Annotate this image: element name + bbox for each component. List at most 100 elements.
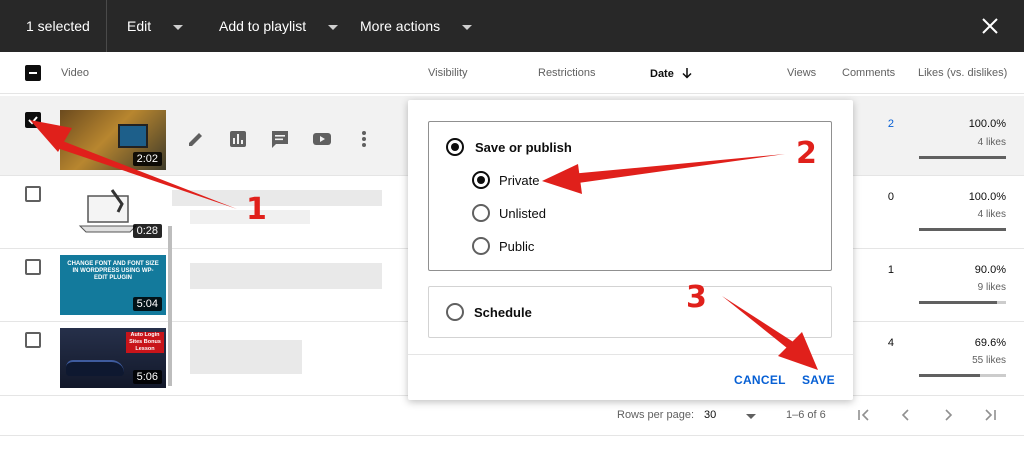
- column-video: Video: [61, 67, 89, 79]
- popup-divider: [408, 354, 853, 355]
- select-all-checkbox[interactable]: [25, 65, 41, 81]
- row-checkbox[interactable]: [25, 186, 41, 202]
- video-thumbnail[interactable]: CHANGE FONT AND FONT SIZE IN WORDPRESS U…: [60, 255, 166, 315]
- last-page-icon[interactable]: [981, 406, 999, 424]
- next-page-icon[interactable]: [939, 406, 957, 424]
- rows-per-page-select[interactable]: 30: [704, 405, 760, 425]
- likes-percent: 90.0%: [974, 264, 1006, 276]
- dropdown-caret-icon: [462, 24, 473, 30]
- analytics-icon[interactable]: [227, 128, 249, 150]
- likes-count: 55 likes: [972, 355, 1006, 366]
- page-range: 1–6 of 6: [786, 409, 826, 421]
- thumbnail-caption: CHANGE FONT AND FONT SIZE IN WORDPRESS U…: [67, 261, 159, 281]
- close-icon[interactable]: [976, 12, 1004, 40]
- video-thumbnail[interactable]: 0:28: [60, 182, 166, 242]
- schedule-label: Schedule: [474, 305, 532, 320]
- pencil-icon[interactable]: [185, 128, 207, 150]
- column-date-label: Date: [650, 68, 674, 80]
- dropdown-caret-icon: [173, 24, 184, 30]
- blurred-title: [190, 263, 382, 289]
- add-to-playlist-label: Add to playlist: [219, 18, 307, 34]
- public-label: Public: [499, 239, 535, 254]
- pagination-bar: Rows per page: 30 1–6 of 6: [0, 396, 1024, 436]
- more-actions-label: More actions: [360, 18, 441, 34]
- likes-ratio-fill: [919, 156, 1006, 159]
- youtube-icon[interactable]: [311, 128, 333, 150]
- topbar-divider: [106, 0, 107, 52]
- video-duration: 0:28: [132, 224, 162, 238]
- thumbnail-screen: [118, 124, 148, 148]
- rows-per-page-label: Rows per page:: [617, 409, 695, 421]
- add-to-playlist-button[interactable]: Add to playlist: [219, 0, 339, 52]
- likes-ratio-fill: [919, 228, 1006, 231]
- table-header: Video Visibility Restrictions Date Views…: [0, 52, 1024, 94]
- save-or-publish-label: Save or publish: [475, 140, 572, 155]
- first-page-icon[interactable]: [855, 406, 873, 424]
- thumbnail-caption: Auto Login Sites Bonus Lesson: [126, 332, 164, 353]
- likes-ratio-fill: [919, 301, 998, 304]
- column-views: Views: [787, 67, 817, 79]
- public-radio[interactable]: [472, 237, 490, 255]
- dropdown-caret-icon: [746, 414, 756, 419]
- comments-count: 4: [887, 337, 894, 349]
- video-duration: 5:06: [132, 370, 162, 384]
- check-icon: [28, 116, 38, 125]
- likes-ratio-bar: [919, 228, 1006, 231]
- row-checkbox[interactable]: [25, 332, 41, 348]
- edit-label: Edit: [127, 18, 152, 34]
- blurred-title: [190, 340, 302, 374]
- selected-count: 1 selected: [26, 0, 90, 52]
- comments-count[interactable]: 2: [860, 118, 894, 130]
- likes-ratio-bar: [919, 374, 1006, 377]
- column-likes: Likes (vs. dislikes): [918, 67, 1008, 79]
- visibility-popup: Save or publish Private Unlisted Public …: [408, 100, 853, 400]
- more-actions-button[interactable]: More actions: [360, 0, 473, 52]
- save-or-publish-radio[interactable]: [446, 138, 464, 156]
- unlisted-label: Unlisted: [499, 206, 546, 221]
- annotation-step-3: 3: [686, 280, 707, 315]
- row-checkbox[interactable]: [25, 112, 41, 128]
- more-vert-icon[interactable]: [353, 128, 375, 150]
- schedule-radio[interactable]: [446, 303, 464, 321]
- comments-count: 0: [887, 191, 894, 203]
- comments-count: 1: [887, 264, 894, 276]
- save-or-publish-section: Save or publish Private Unlisted Public: [428, 121, 832, 271]
- likes-ratio-bar: [919, 156, 1006, 159]
- scroll-strip: [168, 226, 172, 386]
- comments-icon[interactable]: [269, 128, 291, 150]
- selection-action-bar: 1 selected Edit Add to playlist More act…: [0, 0, 1024, 52]
- likes-count: 4 likes: [977, 209, 1006, 220]
- annotation-step-2: 2: [796, 136, 817, 171]
- video-duration: 2:02: [132, 152, 162, 166]
- save-button[interactable]: SAVE: [802, 373, 835, 387]
- unlisted-radio[interactable]: [472, 204, 490, 222]
- likes-ratio-bar: [919, 301, 1006, 304]
- sort-arrow-down-icon: [682, 68, 692, 79]
- column-comments: Comments: [842, 67, 896, 79]
- likes-count: 4 likes: [977, 137, 1006, 148]
- prev-page-icon[interactable]: [897, 406, 915, 424]
- row-checkbox[interactable]: [25, 259, 41, 275]
- selected-count-label: 1 selected: [26, 18, 90, 34]
- cancel-button[interactable]: CANCEL: [734, 373, 786, 387]
- likes-percent: 69.6%: [974, 337, 1006, 349]
- video-duration: 5:04: [132, 297, 162, 311]
- likes-percent: 100.0%: [968, 191, 1006, 203]
- likes-percent: 100.0%: [968, 118, 1006, 130]
- private-radio[interactable]: [472, 171, 490, 189]
- dropdown-caret-icon: [328, 24, 339, 30]
- blurred-title: [172, 190, 382, 206]
- schedule-section: Schedule: [428, 286, 832, 338]
- thumbnail-car: [66, 360, 124, 376]
- column-date[interactable]: Date: [650, 67, 693, 80]
- annotation-step-1: 1: [246, 192, 267, 227]
- rows-per-page-value: 30: [704, 409, 717, 421]
- video-thumbnail[interactable]: Auto Login Sites Bonus Lesson 5:06: [60, 328, 166, 388]
- likes-ratio-fill: [919, 374, 980, 377]
- video-thumbnail[interactable]: 2:02: [60, 110, 166, 170]
- likes-count: 9 likes: [977, 282, 1006, 293]
- column-restrictions: Restrictions: [538, 67, 596, 79]
- edit-menu-button[interactable]: Edit: [127, 0, 184, 52]
- column-visibility: Visibility: [428, 67, 468, 79]
- private-label: Private: [499, 173, 540, 188]
